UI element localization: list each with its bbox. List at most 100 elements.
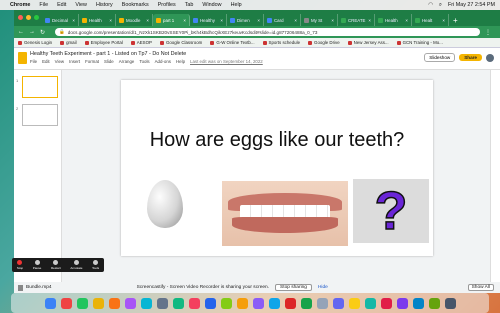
- hide-button[interactable]: Hide: [318, 285, 328, 290]
- tab-close-icon[interactable]: ×: [292, 18, 297, 23]
- document-title[interactable]: Healthy Teeth Experiment - part 1 - List…: [30, 51, 186, 57]
- last-edit-link[interactable]: Last edit was on September 14, 2022: [190, 59, 263, 64]
- tab-close-icon[interactable]: ×: [366, 18, 371, 23]
- dock-app-icon[interactable]: [204, 297, 216, 309]
- tab-close-icon[interactable]: ×: [218, 18, 223, 23]
- new-tab-button[interactable]: +: [453, 16, 458, 25]
- menu-profiles[interactable]: Profiles: [158, 2, 176, 8]
- tab-close-icon[interactable]: ×: [144, 18, 149, 23]
- browser-tab[interactable]: CREATE ×: [338, 14, 375, 26]
- bookmark-item[interactable]: GCN Training - Mo...: [396, 40, 443, 45]
- show-all-button[interactable]: Show All: [467, 284, 494, 291]
- bookmark-item[interactable]: Employee Portal: [84, 40, 123, 45]
- recorder-control-button[interactable]: Restart: [51, 260, 61, 270]
- dock-app-icon[interactable]: [364, 297, 376, 309]
- menu-bookmarks[interactable]: Bookmarks: [122, 2, 149, 8]
- bookmark-item[interactable]: Sports schedule: [262, 40, 300, 45]
- tab-close-icon[interactable]: ×: [107, 18, 112, 23]
- dock-app-icon[interactable]: [44, 297, 56, 309]
- dock-app-icon[interactable]: [444, 297, 456, 309]
- bookmark-item[interactable]: Genesis Login: [18, 40, 52, 45]
- recorder-control-button[interactable]: Annotate: [70, 260, 82, 270]
- dock-app-icon[interactable]: [124, 297, 136, 309]
- bookmark-item[interactable]: AESOP: [130, 40, 152, 45]
- dock-app-icon[interactable]: [108, 297, 120, 309]
- bookmark-item[interactable]: New Jersey Ass...: [347, 40, 389, 45]
- doc-menu-item[interactable]: Slide: [104, 59, 114, 64]
- tab-close-icon[interactable]: ×: [70, 18, 75, 23]
- clock[interactable]: Fri May 27 2:54 PM: [448, 2, 495, 8]
- doc-menu-item[interactable]: File: [30, 59, 37, 64]
- doc-menu-item[interactable]: Edit: [42, 59, 50, 64]
- tab-close-icon[interactable]: ×: [181, 18, 186, 23]
- doc-menu-item[interactable]: Add-ons: [155, 59, 171, 64]
- slide-thumbnail[interactable]: [22, 104, 58, 126]
- dock-app-icon[interactable]: [332, 297, 344, 309]
- back-arrow-icon[interactable]: ←: [18, 29, 24, 35]
- recorder-control-button[interactable]: Pause: [33, 260, 41, 270]
- dock-app-icon[interactable]: [380, 297, 392, 309]
- browser-tab[interactable]: Health ×: [375, 14, 412, 26]
- dock-app-icon[interactable]: [412, 297, 424, 309]
- slide-canvas[interactable]: How are eggs like our teeth? ?: [121, 80, 433, 256]
- menu-app-chrome[interactable]: Chrome: [10, 2, 30, 8]
- dock-app-icon[interactable]: [268, 297, 280, 309]
- dock-app-icon[interactable]: [236, 297, 248, 309]
- tab-close-icon[interactable]: ×: [255, 18, 260, 23]
- dock-app-icon[interactable]: [172, 297, 184, 309]
- search-icon[interactable]: ⌕: [439, 2, 442, 9]
- dock-app-icon[interactable]: [76, 297, 88, 309]
- extensions-icon[interactable]: ⋮: [485, 29, 491, 36]
- dock-app-icon[interactable]: [396, 297, 408, 309]
- slide-title[interactable]: How are eggs like our teeth?: [121, 128, 433, 152]
- browser-tab[interactable]: Moodle ×: [116, 14, 153, 26]
- menu-help[interactable]: Help: [231, 2, 242, 8]
- question-mark-image[interactable]: ?: [353, 179, 429, 243]
- tab-close-icon[interactable]: ×: [440, 18, 445, 23]
- dock-app-icon[interactable]: [140, 297, 152, 309]
- doc-menu-item[interactable]: Help: [176, 59, 185, 64]
- menu-view[interactable]: View: [75, 2, 87, 8]
- tab-close-icon[interactable]: ×: [329, 18, 334, 23]
- slide-thumbnail[interactable]: [22, 76, 58, 98]
- browser-tab[interactable]: Healthy ×: [190, 14, 227, 26]
- browser-tab[interactable]: My St ×: [301, 14, 338, 26]
- dock-app-icon[interactable]: [92, 297, 104, 309]
- doc-menu-item[interactable]: Arrange: [119, 59, 135, 64]
- bookmark-item[interactable]: Google Classroom: [159, 40, 202, 45]
- reload-icon[interactable]: ↻: [40, 29, 45, 36]
- menu-edit[interactable]: Edit: [57, 2, 66, 8]
- download-item[interactable]: Bundle.mp4: [18, 284, 52, 291]
- bookmark-item[interactable]: G-W Online Textb...: [210, 40, 255, 45]
- dock-app-icon[interactable]: [316, 297, 328, 309]
- browser-tab[interactable]: Healt ×: [412, 14, 449, 26]
- browser-tab[interactable]: part 1 ×: [153, 14, 190, 26]
- doc-menu-item[interactable]: View: [55, 59, 64, 64]
- minimize-window-button[interactable]: [26, 15, 31, 20]
- dock-app-icon[interactable]: [252, 297, 264, 309]
- dock-app-icon[interactable]: [300, 297, 312, 309]
- doc-menu-item[interactable]: Format: [85, 59, 99, 64]
- bookmark-item[interactable]: Google Drive: [308, 40, 340, 45]
- egg-image[interactable]: [147, 180, 183, 228]
- recorder-control-button[interactable]: Tools: [92, 260, 99, 270]
- slides-logo-icon[interactable]: [18, 52, 27, 64]
- menu-window[interactable]: Window: [202, 2, 221, 8]
- menu-tab[interactable]: Tab: [185, 2, 194, 8]
- slideshow-button[interactable]: Slideshow: [424, 53, 456, 62]
- address-bar[interactable]: 🔒 docs.google.com/presentation/d/1_NzXk1…: [55, 28, 480, 36]
- dock-app-icon[interactable]: [188, 297, 200, 309]
- share-button[interactable]: Share: [459, 54, 482, 61]
- teeth-image[interactable]: [222, 181, 348, 246]
- close-window-button[interactable]: [18, 15, 23, 20]
- avatar[interactable]: [486, 53, 494, 62]
- menu-file[interactable]: File: [39, 2, 48, 8]
- dock-app-icon[interactable]: [220, 297, 232, 309]
- dock-app-icon[interactable]: [428, 297, 440, 309]
- bookmark-item[interactable]: gmail: [60, 40, 77, 45]
- zoom-window-button[interactable]: [34, 15, 39, 20]
- tab-close-icon[interactable]: ×: [403, 18, 408, 23]
- stop-sharing-button[interactable]: Stop sharing: [275, 284, 312, 291]
- doc-menu-item[interactable]: Tools: [139, 59, 149, 64]
- browser-tab[interactable]: Card ×: [264, 14, 301, 26]
